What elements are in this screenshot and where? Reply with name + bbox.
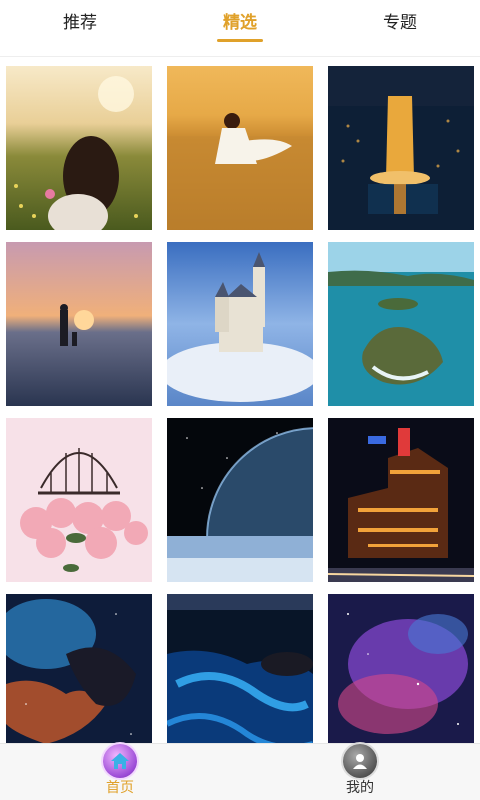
tab-featured-label: 精选 <box>223 13 257 33</box>
wheat-field-image <box>167 66 313 230</box>
wallpaper-thumbnail[interactable] <box>167 418 313 582</box>
wallpaper-thumbnail[interactable] <box>167 242 313 406</box>
wallpaper-grid <box>6 66 474 758</box>
nebula-cliffs-image <box>6 594 152 758</box>
castle-clouds-image <box>167 242 313 406</box>
night-city-image <box>328 66 474 230</box>
wallpaper-thumbnail[interactable] <box>6 418 152 582</box>
home-icon <box>103 744 137 778</box>
tab-recommend[interactable]: 推荐 <box>0 0 160 56</box>
nav-me-label: 我的 <box>346 780 374 796</box>
nav-me[interactable]: 我的 <box>240 744 480 800</box>
top-tab-bar: 推荐 精选 专题 <box>0 0 480 57</box>
wallpaper-thumbnail[interactable] <box>6 594 152 758</box>
wallpaper-thumbnail[interactable] <box>6 66 152 230</box>
wallpaper-thumbnail[interactable] <box>167 66 313 230</box>
wallpaper-thumbnail[interactable] <box>328 594 474 758</box>
earth-space-image <box>167 418 313 582</box>
nav-home[interactable]: 首页 <box>0 744 240 800</box>
rose-birdcage-image <box>6 418 152 582</box>
night-palace-image <box>328 418 474 582</box>
bottom-navigation: 首页 我的 <box>0 743 480 800</box>
user-icon <box>343 744 377 778</box>
tab-topics[interactable]: 专题 <box>320 0 480 56</box>
active-tab-indicator <box>217 39 263 42</box>
tab-featured[interactable]: 精选 <box>160 0 320 56</box>
beach-sunset-image <box>6 242 152 406</box>
glowing-shore-image <box>167 594 313 758</box>
wallpaper-thumbnail[interactable] <box>328 66 474 230</box>
nav-home-label: 首页 <box>106 780 134 796</box>
sunset-field-image <box>6 66 152 230</box>
islands-image <box>328 242 474 406</box>
wallpaper-thumbnail[interactable] <box>328 242 474 406</box>
wallpaper-thumbnail[interactable] <box>6 242 152 406</box>
wallpaper-thumbnail[interactable] <box>328 418 474 582</box>
tab-topics-label: 专题 <box>383 13 417 33</box>
wallpaper-thumbnail[interactable] <box>167 594 313 758</box>
purple-galaxy-image <box>328 594 474 758</box>
tab-recommend-label: 推荐 <box>63 13 97 33</box>
